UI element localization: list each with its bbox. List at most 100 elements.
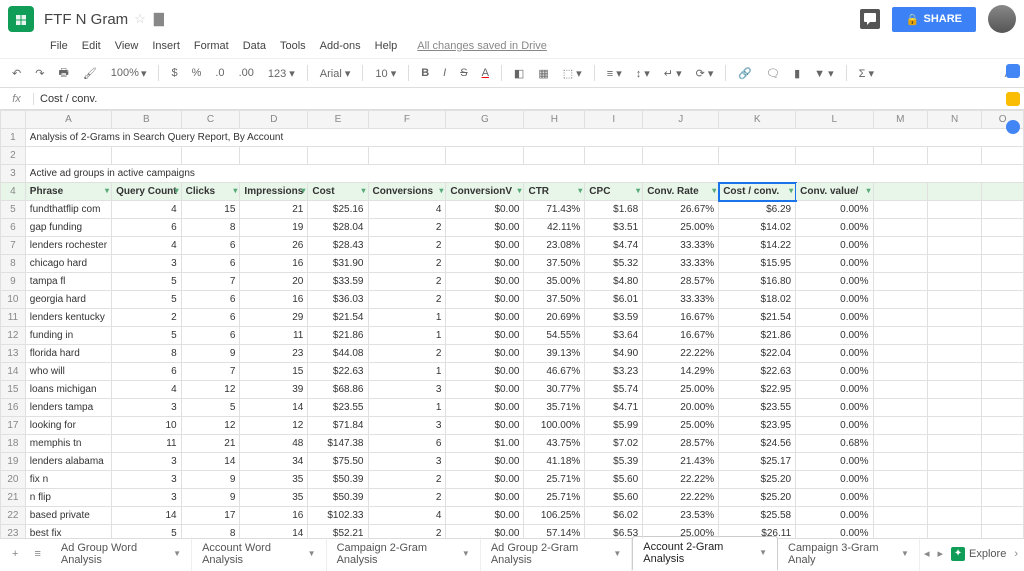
tab-menu-icon[interactable]: ▼ — [308, 549, 316, 558]
font-select[interactable]: Arial ▾ — [316, 65, 355, 82]
functions-icon[interactable]: Σ ▾ — [855, 65, 878, 82]
cell[interactable]: gap funding — [25, 219, 111, 237]
cell[interactable]: funding in — [25, 327, 111, 345]
cell[interactable]: 20.00% — [643, 399, 719, 417]
cell[interactable]: 23.53% — [643, 507, 719, 525]
cell[interactable]: chicago hard — [25, 255, 111, 273]
sheet-tab[interactable]: Campaign 2-Gram Analysis▼ — [327, 537, 481, 571]
menu-edit[interactable]: Edit — [76, 38, 107, 54]
cell[interactable]: 1 — [368, 327, 446, 345]
cell[interactable]: 3 — [368, 453, 446, 471]
cell[interactable]: 17 — [181, 507, 240, 525]
comments-icon[interactable] — [860, 9, 880, 29]
cell[interactable]: $0.00 — [446, 471, 524, 489]
cell[interactable]: 2 — [368, 219, 446, 237]
cell[interactable]: 57.14% — [524, 525, 585, 539]
menu-insert[interactable]: Insert — [146, 38, 186, 54]
cell[interactable]: Analysis of 2-Grams in Search Query Repo… — [25, 129, 1023, 147]
cell[interactable]: 35.00% — [524, 273, 585, 291]
italic-icon[interactable]: I — [439, 65, 450, 81]
cell[interactable]: 2 — [368, 489, 446, 507]
cell[interactable]: 2 — [368, 525, 446, 539]
cell[interactable]: fundthatflip com — [25, 201, 111, 219]
cell[interactable]: $147.38 — [308, 435, 368, 453]
filter-dropdown-icon[interactable]: ▾ — [233, 186, 237, 195]
cell[interactable]: 25.71% — [524, 471, 585, 489]
column-header[interactable]: Phrase▾ — [25, 183, 111, 201]
col-header[interactable]: C — [181, 111, 240, 129]
cell[interactable]: 8 — [181, 525, 240, 539]
cell[interactable]: lenders rochester — [25, 237, 111, 255]
cell[interactable]: $1.00 — [446, 435, 524, 453]
cell[interactable]: 14 — [112, 507, 182, 525]
column-header[interactable]: Conv. value/▾ — [796, 183, 873, 201]
column-header[interactable]: Conversions▾ — [368, 183, 446, 201]
cell[interactable]: fix n — [25, 471, 111, 489]
cell[interactable]: 11 — [112, 435, 182, 453]
col-header[interactable]: J — [643, 111, 719, 129]
avatar[interactable] — [988, 5, 1016, 33]
cell[interactable]: $0.00 — [446, 453, 524, 471]
cell[interactable]: $4.71 — [585, 399, 643, 417]
share-button[interactable]: 🔒SHARE — [892, 7, 976, 32]
cell[interactable]: $0.00 — [446, 525, 524, 539]
cell[interactable]: $28.04 — [308, 219, 368, 237]
cell[interactable]: 0.00% — [796, 507, 873, 525]
cell[interactable]: 0.00% — [796, 255, 873, 273]
cell[interactable]: 28.57% — [643, 435, 719, 453]
tabs-prev-icon[interactable]: ◂ — [924, 547, 930, 560]
cell[interactable]: $50.39 — [308, 471, 368, 489]
cell[interactable]: based private — [25, 507, 111, 525]
cell[interactable]: 3 — [112, 255, 182, 273]
cell[interactable]: 25.00% — [643, 525, 719, 539]
cell[interactable]: 7 — [181, 273, 240, 291]
cell[interactable]: florida hard — [25, 345, 111, 363]
cell[interactable]: $25.20 — [719, 489, 796, 507]
cell[interactable]: $0.00 — [446, 417, 524, 435]
link-icon[interactable]: 🔗 — [734, 65, 756, 82]
increase-decimal-icon[interactable]: .00 — [235, 65, 258, 81]
cell[interactable]: 28.57% — [643, 273, 719, 291]
cell[interactable]: 35 — [240, 471, 308, 489]
cell[interactable]: $0.00 — [446, 507, 524, 525]
col-header[interactable]: N — [927, 111, 981, 129]
cell[interactable]: $0.00 — [446, 327, 524, 345]
cell[interactable]: 21 — [181, 435, 240, 453]
keep-icon[interactable] — [1006, 92, 1020, 106]
cell[interactable]: 25.00% — [643, 417, 719, 435]
cell[interactable]: 25.00% — [643, 381, 719, 399]
cell[interactable]: $5.74 — [585, 381, 643, 399]
column-header[interactable]: Cost▾ — [308, 183, 368, 201]
cell[interactable]: 5 — [112, 291, 182, 309]
folder-icon[interactable]: ▇ — [154, 11, 164, 27]
cell[interactable]: 0.00% — [796, 471, 873, 489]
cell[interactable]: $3.59 — [585, 309, 643, 327]
cell[interactable]: $0.00 — [446, 489, 524, 507]
menu-view[interactable]: View — [109, 38, 145, 54]
tab-menu-icon[interactable]: ▼ — [613, 549, 621, 558]
redo-icon[interactable]: ↷ — [31, 65, 48, 82]
cell[interactable]: $21.86 — [308, 327, 368, 345]
cell[interactable]: 4 — [112, 201, 182, 219]
cell[interactable]: 10 — [112, 417, 182, 435]
cell[interactable]: 6 — [181, 309, 240, 327]
cell[interactable]: 20 — [240, 273, 308, 291]
cell[interactable]: 3 — [368, 417, 446, 435]
paint-format-icon[interactable]: 🖌 — [79, 65, 101, 82]
cell[interactable]: 16.67% — [643, 327, 719, 345]
cell[interactable]: 71.43% — [524, 201, 585, 219]
filter-dropdown-icon[interactable]: ▾ — [866, 186, 870, 195]
fill-color-icon[interactable]: ◧ — [510, 65, 528, 82]
cell[interactable]: 30.77% — [524, 381, 585, 399]
tabs-next-icon[interactable]: ▸ — [938, 547, 944, 560]
cell[interactable]: $36.03 — [308, 291, 368, 309]
column-header[interactable]: Query Count▾ — [112, 183, 182, 201]
column-header[interactable]: Clicks▾ — [181, 183, 240, 201]
menu-format[interactable]: Format — [188, 38, 235, 54]
cell[interactable]: $22.95 — [719, 381, 796, 399]
cell[interactable]: 100.00% — [524, 417, 585, 435]
sheet-tab[interactable]: Campaign 3-Gram Analy▼ — [778, 537, 920, 571]
cell[interactable]: $23.55 — [719, 399, 796, 417]
cell[interactable]: $6.02 — [585, 507, 643, 525]
cell[interactable]: 3 — [112, 453, 182, 471]
